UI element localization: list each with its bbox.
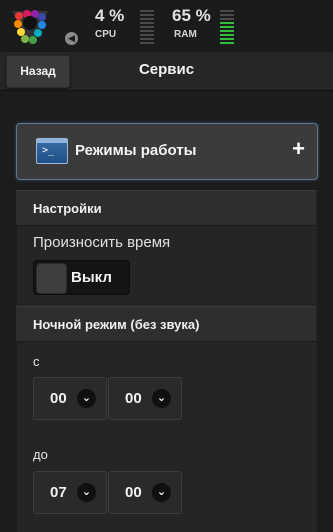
speak-time-label: Произносить время: [33, 234, 171, 251]
chevron-down-icon: ⌄: [152, 389, 171, 408]
from-hour-value: 00: [50, 390, 67, 407]
chevron-down-icon: ⌄: [77, 483, 96, 502]
chevron-down-icon: ⌄: [77, 389, 96, 408]
ram-label: RAM: [174, 29, 197, 40]
bar-segment: [140, 38, 154, 40]
work-modes-label: Режимы работы: [75, 142, 197, 159]
bar-segment: [140, 14, 154, 16]
terminal-icon: >_: [36, 138, 68, 164]
bar-segment: [220, 42, 234, 44]
night-mode-heading-text: Ночной режим (без звука): [33, 317, 200, 332]
ram-usage-bar: [220, 9, 234, 44]
from-hour-select[interactable]: 00 ⌄: [33, 377, 107, 420]
page-title: Сервис: [138, 61, 195, 78]
bar-segment: [140, 42, 154, 44]
bar-segment: [220, 38, 234, 40]
bar-segment: [140, 30, 154, 32]
plus-icon: +: [292, 136, 305, 161]
to-label: до: [33, 447, 48, 462]
app-logo-icon: [12, 10, 48, 45]
from-label: с: [33, 354, 40, 369]
bar-segment: [220, 30, 234, 32]
collapse-button[interactable]: ◀: [65, 32, 78, 45]
to-hour-value: 07: [50, 484, 67, 501]
toggle-state: Выкл: [71, 269, 112, 286]
chevron-down-icon: ⌄: [152, 483, 171, 502]
bar-segment: [220, 10, 234, 12]
ram-value: 65 %: [172, 6, 211, 25]
status-bar: ◀ 4 % CPU 65 % RAM: [0, 0, 333, 52]
bar-segment: [220, 14, 234, 16]
bar-segment: [220, 22, 234, 24]
speak-time-toggle[interactable]: Выкл: [33, 260, 130, 295]
settings-heading: Настройки: [16, 190, 316, 226]
settings-heading-text: Настройки: [33, 201, 102, 216]
to-minute-select[interactable]: 00 ⌄: [108, 471, 182, 514]
bar-segment: [140, 18, 154, 20]
page-header: Назад Сервис: [0, 52, 333, 91]
cpu-usage-bar: [140, 9, 154, 44]
bar-segment: [140, 10, 154, 12]
bar-segment: [220, 26, 234, 28]
bar-segment: [140, 26, 154, 28]
work-modes-button[interactable]: >_ Режимы работы +: [16, 123, 318, 180]
to-minute-value: 00: [125, 484, 142, 501]
to-hour-select[interactable]: 07 ⌄: [33, 471, 107, 514]
toggle-knob: [36, 263, 67, 294]
bar-segment: [140, 34, 154, 36]
cpu-value: 4 %: [95, 6, 125, 25]
from-minute-select[interactable]: 00 ⌄: [108, 377, 182, 420]
night-mode-heading: Ночной режим (без звука): [16, 306, 316, 342]
bar-segment: [220, 18, 234, 20]
bar-segment: [220, 34, 234, 36]
cpu-label: CPU: [95, 29, 117, 40]
bar-segment: [140, 22, 154, 24]
from-minute-value: 00: [125, 390, 142, 407]
